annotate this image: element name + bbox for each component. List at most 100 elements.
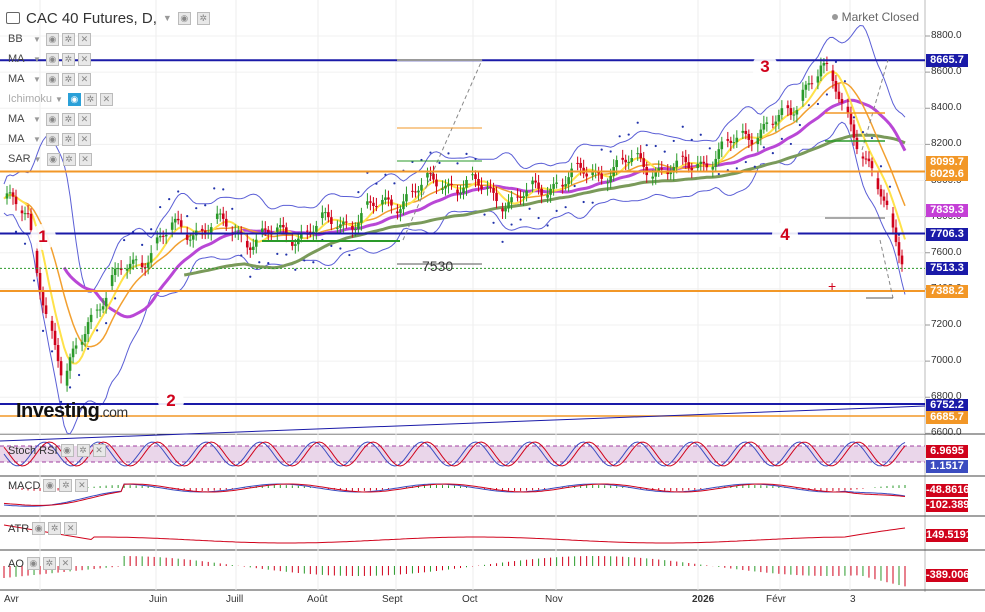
candle-body (519, 196, 522, 199)
indicator-label: Ichimoku (8, 93, 53, 105)
indicator-row[interactable]: MA ▼ ◉ ✲ ✕ (8, 111, 91, 127)
close-icon[interactable]: ✕ (77, 32, 91, 46)
close-icon[interactable]: ✕ (92, 444, 106, 457)
candle-body (771, 123, 775, 125)
stoch-rsi-label-group[interactable]: Stoch RSI ◉ ✲ ✕ (8, 444, 106, 457)
gear-icon[interactable]: ✲ (62, 152, 76, 166)
candle-body (113, 268, 117, 276)
close-icon[interactable]: ✕ (75, 479, 89, 492)
candle-body (209, 227, 213, 233)
candle-body (86, 322, 90, 335)
candle-body (68, 357, 72, 371)
ao-label-group[interactable]: AO ◉ ✲ ✕ (8, 557, 72, 570)
candle-body (822, 63, 826, 66)
gear-icon[interactable]: ✲ (48, 522, 62, 535)
chevron-down-icon[interactable]: ▼ (33, 55, 41, 64)
candle-body (567, 177, 570, 185)
candle-body (630, 158, 633, 162)
candle-body (266, 229, 270, 233)
macd-label-group[interactable]: MACD ◉ ✲ ✕ (8, 479, 89, 492)
gear-icon[interactable]: ✲ (61, 32, 75, 46)
sar-dot (735, 167, 738, 170)
close-icon[interactable]: ✕ (58, 557, 72, 570)
close-icon[interactable]: ✕ (77, 112, 91, 126)
atr-line (3, 524, 906, 544)
candle-body (336, 227, 339, 229)
candle-body (696, 164, 700, 169)
price-tag: 7706.3 (926, 227, 968, 241)
chevron-down-icon[interactable]: ▼ (34, 155, 42, 164)
eye-icon[interactable]: ◉ (45, 52, 59, 66)
chevron-down-icon[interactable]: ▼ (163, 13, 172, 23)
wave-label-1: 1 (30, 224, 56, 250)
stoch-rsi-value-2: 1.1517 (926, 460, 968, 473)
close-icon[interactable]: ✕ (99, 92, 113, 106)
sar-dot (717, 172, 720, 176)
indicator-row[interactable]: SAR ▼ ◉ ✲ ✕ (8, 151, 92, 167)
indicator-row[interactable]: MA ▼ ◉ ✲ ✕ (8, 51, 91, 67)
candle-body (101, 306, 105, 310)
price-chart[interactable]: + (0, 0, 985, 612)
chevron-down-icon[interactable]: ▼ (33, 115, 41, 124)
candle-body (471, 174, 474, 176)
gear-icon[interactable]: ✲ (76, 444, 90, 457)
eye-icon[interactable]: ◉ (60, 444, 74, 457)
candle-body (600, 173, 603, 179)
eye-icon[interactable]: ◉ (45, 112, 59, 126)
gear-icon[interactable]: ✲ (42, 557, 56, 570)
candle-body (549, 188, 552, 195)
close-icon[interactable]: ✕ (64, 522, 78, 535)
gear-icon[interactable]: ✲ (61, 52, 75, 66)
chevron-down-icon[interactable]: ▼ (33, 135, 41, 144)
atr-label-group[interactable]: ATR ◉ ✲ ✕ (8, 522, 78, 535)
gear-icon[interactable]: ✲ (83, 92, 97, 106)
indicator-row[interactable]: BB ▼ ◉ ✲ ✕ (8, 31, 91, 47)
candle-body (369, 201, 372, 203)
eye-icon[interactable]: ◉ (45, 32, 59, 46)
chevron-down-icon[interactable]: ▼ (55, 95, 63, 104)
candle-body (507, 202, 510, 209)
indicator-row[interactable]: MA ▼ ◉ ✲ ✕ (8, 131, 91, 147)
eye-icon[interactable]: ◉ (177, 11, 191, 25)
candle-body (504, 208, 507, 212)
candle-body (870, 161, 874, 169)
eye-icon[interactable]: ◉ (67, 92, 81, 106)
close-icon[interactable]: ✕ (77, 132, 91, 146)
candle-body (405, 194, 408, 202)
candle-body (164, 234, 168, 237)
gear-icon[interactable]: ✲ (61, 112, 75, 126)
sar-dot (105, 322, 108, 325)
candle-body (660, 168, 664, 170)
candle-body (885, 200, 889, 206)
candle-body (53, 330, 57, 346)
eye-icon[interactable]: ◉ (45, 132, 59, 146)
candle-body (774, 121, 778, 125)
gear-icon[interactable]: ✲ (61, 132, 75, 146)
chevron-down-icon[interactable]: ▼ (33, 75, 41, 84)
indicator-row[interactable]: MA ▼ ◉ ✲ ✕ (8, 71, 91, 87)
sar-dot (186, 215, 189, 218)
eye-icon[interactable]: ◉ (43, 479, 57, 492)
close-icon[interactable]: ✕ (78, 152, 92, 166)
eye-icon[interactable]: ◉ (45, 72, 59, 86)
price-tick-label: 8600.0 (931, 66, 962, 78)
eye-icon[interactable]: ◉ (26, 557, 40, 570)
chevron-down-icon[interactable]: ▼ (33, 35, 41, 44)
close-icon[interactable]: ✕ (77, 72, 91, 86)
gear-icon[interactable]: ✲ (59, 479, 73, 492)
eye-icon[interactable]: ◉ (46, 152, 60, 166)
collapse-icon[interactable] (6, 12, 20, 24)
sar-dot (23, 242, 27, 245)
ema-line (3, 70, 906, 365)
gear-icon[interactable]: ✲ (196, 11, 210, 25)
candle-body (699, 161, 703, 165)
close-icon[interactable]: ✕ (77, 52, 91, 66)
gear-icon[interactable]: ✲ (61, 72, 75, 86)
market-status: Market Closed (831, 10, 919, 24)
sar-dot (501, 240, 504, 243)
candle-body (621, 157, 624, 160)
eye-icon[interactable]: ◉ (32, 522, 46, 535)
stoch-rsi-label: Stoch RSI (8, 444, 58, 457)
indicator-row[interactable]: Ichimoku ▼ ◉ ✲ ✕ (8, 91, 113, 107)
candle-body (486, 187, 489, 189)
